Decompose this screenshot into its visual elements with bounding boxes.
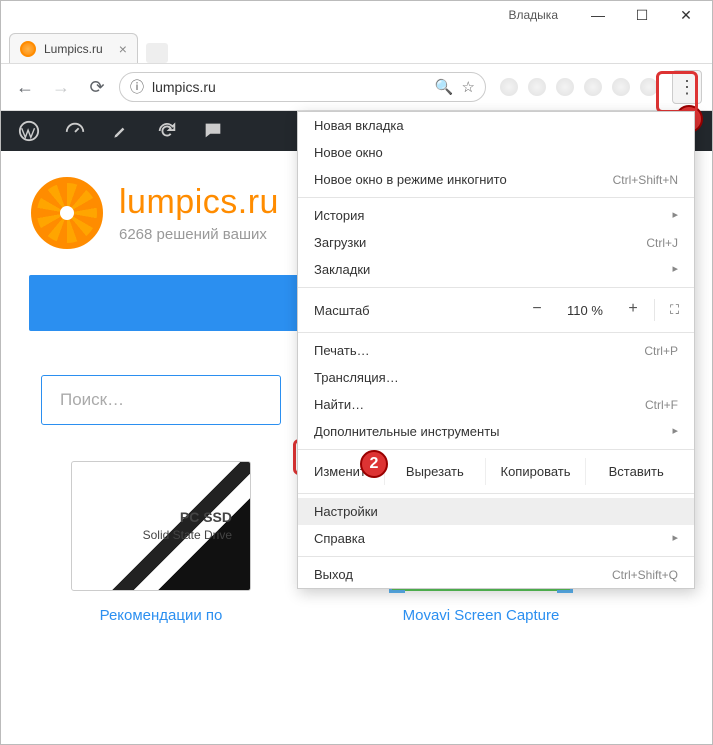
submenu-arrow-icon: ▸ xyxy=(672,264,678,275)
menu-new-tab[interactable]: Новая вкладка xyxy=(298,112,694,139)
menu-downloads[interactable]: Загрузки Ctrl+J xyxy=(298,229,694,256)
shortcut-text: Ctrl+J xyxy=(646,237,678,249)
extension-icon[interactable] xyxy=(500,78,518,96)
menu-exit[interactable]: Выход Ctrl+Shift+Q xyxy=(298,561,694,588)
menu-edit-row: Изменить 2 Вырезать Копировать Вставить xyxy=(298,454,694,489)
card-label: Рекомендации по xyxy=(61,607,261,624)
extension-icon[interactable] xyxy=(584,78,602,96)
menu-zoom: Масштаб − 110 % + ⛶ xyxy=(298,292,694,328)
reload-icon[interactable]: ⟳ xyxy=(83,73,111,101)
paste-button[interactable]: Вставить xyxy=(585,458,686,485)
site-info-icon[interactable]: ⓘ xyxy=(130,77,144,97)
zoom-in-button[interactable]: + xyxy=(620,298,646,322)
card-label: Movavi Screen Capture xyxy=(381,607,581,624)
tab-strip: Lumpics.ru × xyxy=(1,29,712,63)
card-ssd[interactable]: PC SSD Solid State Drive Рекомендации по xyxy=(61,461,261,624)
menu-new-window[interactable]: Новое окно xyxy=(298,139,694,166)
updates-icon[interactable] xyxy=(155,119,179,143)
dashboard-icon[interactable] xyxy=(63,119,87,143)
menu-settings[interactable]: Настройки xyxy=(298,498,694,525)
menu-print[interactable]: Печать… Ctrl+P xyxy=(298,337,694,364)
close-window-button[interactable]: ✕ xyxy=(664,1,708,29)
zoom-label: Масштаб xyxy=(314,303,404,318)
copy-button[interactable]: Копировать xyxy=(485,458,586,485)
submenu-arrow-icon: ▸ xyxy=(672,426,678,437)
maximize-button[interactable]: ☐ xyxy=(620,1,664,29)
browser-tab[interactable]: Lumpics.ru × xyxy=(9,33,138,63)
search-input[interactable]: Поиск… xyxy=(41,375,281,425)
address-bar[interactable]: ⓘ lumpics.ru 🔍 ☆ xyxy=(119,72,486,102)
new-tab-button[interactable] xyxy=(146,43,168,63)
zoom-value: 110 % xyxy=(558,303,612,318)
menu-cast[interactable]: Трансляция… xyxy=(298,364,694,391)
close-tab-icon[interactable]: × xyxy=(119,41,127,57)
window-titlebar: Владыка — ☐ ✕ xyxy=(1,1,712,29)
menu-incognito[interactable]: Новое окно в режиме инкогнито Ctrl+Shift… xyxy=(298,166,694,193)
shortcut-text: Ctrl+F xyxy=(645,399,678,411)
site-tagline: 6268 решений ваших xyxy=(119,226,279,243)
browser-toolbar: ← → ⟳ ⓘ lumpics.ru 🔍 ☆ ⋮ 1 xyxy=(1,63,712,111)
back-icon[interactable]: ← xyxy=(11,73,39,101)
extension-icon[interactable] xyxy=(556,78,574,96)
forward-icon[interactable]: → xyxy=(47,73,75,101)
menu-bookmarks[interactable]: Закладки▸ xyxy=(298,256,694,283)
bookmark-star-icon[interactable]: ☆ xyxy=(462,78,475,96)
tab-title: Lumpics.ru xyxy=(44,42,103,56)
wordpress-icon[interactable] xyxy=(17,119,41,143)
shortcut-text: Ctrl+Shift+Q xyxy=(612,569,678,581)
zoom-indicator-icon[interactable]: 🔍 xyxy=(435,78,454,96)
minimize-button[interactable]: — xyxy=(576,1,620,29)
zoom-out-button[interactable]: − xyxy=(524,298,550,322)
site-title: lumpics.ru xyxy=(119,183,279,222)
customize-icon[interactable] xyxy=(109,119,133,143)
site-logo-icon[interactable] xyxy=(31,177,103,249)
ssd-subtitle: Solid State Drive xyxy=(143,528,232,542)
shortcut-text: Ctrl+P xyxy=(644,345,678,357)
favicon-icon xyxy=(20,41,36,57)
menu-history[interactable]: История▸ xyxy=(298,202,694,229)
fullscreen-icon[interactable]: ⛶ xyxy=(654,299,684,321)
url-text: lumpics.ru xyxy=(152,79,427,95)
submenu-arrow-icon: ▸ xyxy=(672,533,678,544)
extension-icon[interactable] xyxy=(612,78,630,96)
submenu-arrow-icon: ▸ xyxy=(672,210,678,221)
comments-icon[interactable] xyxy=(201,119,225,143)
menu-find[interactable]: Найти… Ctrl+F xyxy=(298,391,694,418)
edit-label: Изменить 2 xyxy=(314,464,384,479)
extension-icon[interactable] xyxy=(640,78,658,96)
extension-icon[interactable] xyxy=(528,78,546,96)
ssd-title: PC SSD xyxy=(143,508,232,527)
ssd-thumbnail: PC SSD Solid State Drive xyxy=(71,461,251,591)
profile-name[interactable]: Владыка xyxy=(509,8,559,22)
chrome-menu-button[interactable]: ⋮ 1 xyxy=(672,70,702,104)
cut-button[interactable]: Вырезать xyxy=(384,458,485,485)
shortcut-text: Ctrl+Shift+N xyxy=(613,174,678,186)
menu-help[interactable]: Справка▸ xyxy=(298,525,694,552)
chrome-menu: Новая вкладка Новое окно Новое окно в ре… xyxy=(297,111,695,589)
menu-more-tools[interactable]: Дополнительные инструменты▸ xyxy=(298,418,694,445)
extensions-area xyxy=(494,78,664,96)
annotation-2: 2 xyxy=(360,450,388,478)
